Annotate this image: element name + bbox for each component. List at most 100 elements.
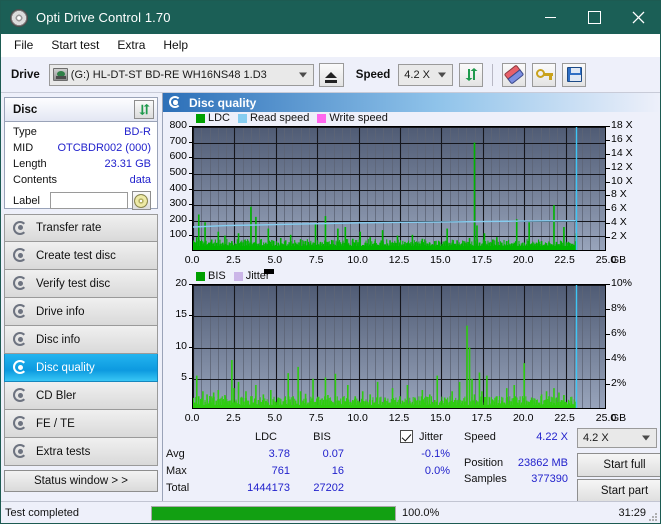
speed-select[interactable]: 4.2 X	[398, 64, 453, 86]
minimize-button[interactable]	[528, 1, 572, 34]
drive-select[interactable]: (G:) HL-DT-ST BD-RE WH16NS48 1.D3	[49, 64, 314, 86]
y2-axis-tickmark	[606, 182, 610, 183]
window-controls	[528, 1, 660, 34]
speed-select-value: 4.2 X	[404, 69, 430, 81]
jitter-checkbox[interactable]	[400, 430, 413, 443]
y2-axis-tickmark	[606, 209, 610, 210]
y2-axis-tick: 10 X	[611, 175, 633, 187]
sidebar-item-create-test-disc[interactable]: Create test disc	[4, 242, 158, 270]
y2-axis-tick: 18 X	[611, 119, 633, 131]
disc-row-type: Type BD-R	[13, 126, 151, 142]
samples-value: 377390	[496, 473, 568, 485]
y-axis-tickmark	[189, 235, 192, 236]
progress-bar-fill	[152, 507, 395, 520]
disc-refresh-button[interactable]	[134, 100, 154, 119]
y-axis-tickmark	[189, 220, 192, 221]
y-axis-tickmark	[189, 315, 192, 316]
start-part-button[interactable]: Start part	[577, 479, 661, 503]
x-axis-tick: 2.5	[215, 412, 251, 424]
erase-button[interactable]	[502, 63, 526, 87]
app-disc-icon	[10, 9, 28, 27]
menu-file[interactable]: File	[5, 36, 42, 54]
y2-axis-tickmark	[606, 309, 610, 310]
save-button[interactable]	[562, 63, 586, 87]
disc-panel-title: Disc	[13, 104, 37, 116]
sidebar-item-fe-te[interactable]: FE / TE	[4, 410, 158, 438]
x-axis-tick: 17.5	[464, 412, 500, 424]
legend-label: Write speed	[329, 112, 388, 124]
close-button[interactable]	[616, 1, 660, 34]
sidebar-item-label: Verify test disc	[36, 278, 110, 290]
stats-total-bis: 27202	[288, 482, 344, 494]
menu-extra[interactable]: Extra	[108, 36, 154, 54]
eject-button[interactable]	[319, 63, 344, 87]
maximize-button[interactable]	[572, 1, 616, 34]
sidebar-item-extra-tests[interactable]: Extra tests	[4, 438, 158, 466]
stats-avg-bis: 0.07	[296, 448, 344, 460]
plot-canvas	[193, 285, 606, 409]
refresh-drive-button[interactable]	[459, 63, 483, 87]
stats-col-bis: BIS	[300, 431, 344, 443]
sidebar-item-verify-test-disc[interactable]: Verify test disc	[4, 270, 158, 298]
disc-row-label: Label	[13, 191, 151, 210]
sidebar-item-cd-bler[interactable]: CD Bler	[4, 382, 158, 410]
x-axis-tick: 7.5	[298, 412, 334, 424]
y-axis-tick: 300	[163, 197, 187, 209]
disc-type-value: BD-R	[124, 126, 151, 138]
sidebar-item-label: Create test disc	[36, 250, 116, 262]
legend-swatch	[317, 114, 326, 123]
disc-type-label: Type	[13, 126, 37, 138]
x-axis-tick: 15.0	[422, 412, 458, 424]
sidebar-item-label: Disc info	[36, 334, 80, 346]
disc-info-panel: Disc Type BD-R MID OTCBDR002 (000)	[4, 97, 158, 209]
window-title: Opti Drive Control 1.70	[36, 10, 171, 25]
jitter-marker	[264, 269, 274, 274]
y2-axis-tick: 4%	[611, 352, 626, 364]
menu-help[interactable]: Help	[154, 36, 197, 54]
sidebar-item-disc-info[interactable]: Disc info	[4, 326, 158, 354]
resize-grip[interactable]	[648, 512, 658, 522]
y-axis-tickmark	[189, 173, 192, 174]
stats-row-total-label: Total	[166, 482, 189, 494]
stats-col-ldc: LDC	[242, 431, 290, 443]
menu-start-test[interactable]: Start test	[42, 36, 108, 54]
bis-chart: BISJitter51015202%4%6%8%10%0.02.55.07.51…	[163, 261, 661, 441]
y-axis-tick: 400	[163, 182, 187, 194]
sidebar-item-drive-info[interactable]: Drive info	[4, 298, 158, 326]
y2-axis-tick: 6 X	[611, 202, 627, 214]
y-axis-tick: 5	[163, 371, 187, 383]
status-window-button[interactable]: Status window > >	[4, 470, 158, 492]
legend-label: Read speed	[250, 112, 309, 124]
start-full-button[interactable]: Start full	[577, 453, 661, 477]
speed-readout-value: 4.22 X	[508, 431, 568, 443]
sidebar-item-label: FE / TE	[36, 418, 75, 430]
chevron-down-icon	[438, 72, 446, 77]
y2-axis-tickmark	[606, 334, 610, 335]
sidebar-item-label: Drive info	[36, 306, 85, 318]
speed-select-bottom[interactable]: 4.2 X	[577, 428, 657, 448]
y-axis-tickmark	[189, 347, 192, 348]
sidebar-item-disc-quality[interactable]: Disc quality	[4, 354, 158, 382]
app-window: Opti Drive Control 1.70 File Start test …	[0, 0, 661, 524]
y2-axis-tick: 12 X	[611, 161, 633, 173]
disc-label-input[interactable]	[50, 192, 128, 209]
toolbar-separator	[492, 64, 493, 86]
chevron-down-icon	[299, 72, 307, 77]
unlock-button[interactable]	[532, 63, 556, 87]
y2-axis-tick: 16 X	[611, 133, 633, 145]
stats-total-ldc: 1444173	[226, 482, 290, 494]
status-message: Test completed	[1, 507, 149, 519]
speed-readout-label: Speed	[464, 431, 496, 443]
x-axis-unit: GB	[611, 412, 626, 424]
y2-axis-tickmark	[606, 195, 610, 196]
disc-label-button[interactable]	[132, 191, 151, 210]
drive-select-value: (G:) HL-DT-ST BD-RE WH16NS48 1.D3	[71, 69, 267, 81]
position-value: 23862 MB	[496, 457, 568, 469]
stats-max-jitter: 0.0%	[388, 465, 450, 477]
x-axis-tick: 0.0	[174, 412, 210, 424]
stats-max-ldc: 761	[242, 465, 290, 477]
legend-swatch	[196, 114, 205, 123]
sidebar-item-transfer-rate[interactable]: Transfer rate	[4, 214, 158, 242]
y2-axis-tick: 2%	[611, 377, 626, 389]
eraser-icon	[504, 64, 525, 84]
